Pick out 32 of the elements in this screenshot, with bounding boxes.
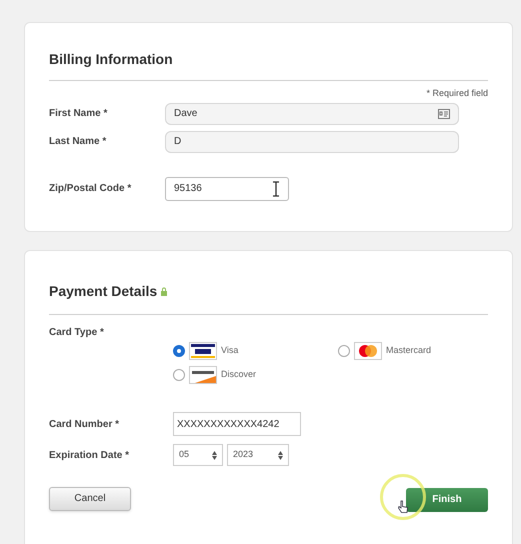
card-logo-icon [189, 342, 217, 360]
section-title: Payment Details [49, 282, 158, 301]
text-input-field[interactable]: Dave [165, 102, 459, 124]
option-label: Visa [221, 344, 238, 358]
text-input-field[interactable]: D [165, 130, 459, 152]
field-label: Expiration Date * [49, 448, 130, 462]
field-label: Card Type * [49, 326, 105, 340]
finish-button[interactable]: Finish [406, 488, 488, 512]
radio-button[interactable] [173, 369, 185, 381]
radio-button[interactable] [338, 345, 350, 357]
card-number-input-field[interactable]: XXXXXXXXXXXX4242 [173, 412, 301, 436]
option-label: Mastercard [386, 344, 432, 358]
month-select[interactable]: 05 [173, 444, 223, 466]
card-logo-icon [354, 342, 382, 360]
field-label: Card Number * [49, 418, 120, 432]
stepper-arrows-icon [212, 450, 217, 460]
required-note: * Required field [425, 87, 488, 100]
section-title: Billing Information [49, 49, 488, 81]
option-label: Discover [221, 368, 256, 382]
cancel-button[interactable]: Cancel [49, 486, 131, 511]
lock-icon [161, 287, 168, 296]
field-label: First Name * [49, 107, 108, 121]
stepper-arrows-icon [278, 450, 283, 460]
contact-card-icon[interactable] [438, 108, 450, 118]
radio-button[interactable] [173, 345, 185, 357]
text-cursor-icon [272, 180, 280, 196]
field-label: Zip/Postal Code * [49, 182, 132, 196]
card-logo-icon [189, 366, 217, 384]
year-select[interactable]: 2023 [227, 444, 289, 466]
hand-cursor-icon [398, 500, 408, 513]
zip-input-field[interactable]: 95136 [165, 176, 289, 200]
field-label: Last Name * [49, 135, 108, 149]
